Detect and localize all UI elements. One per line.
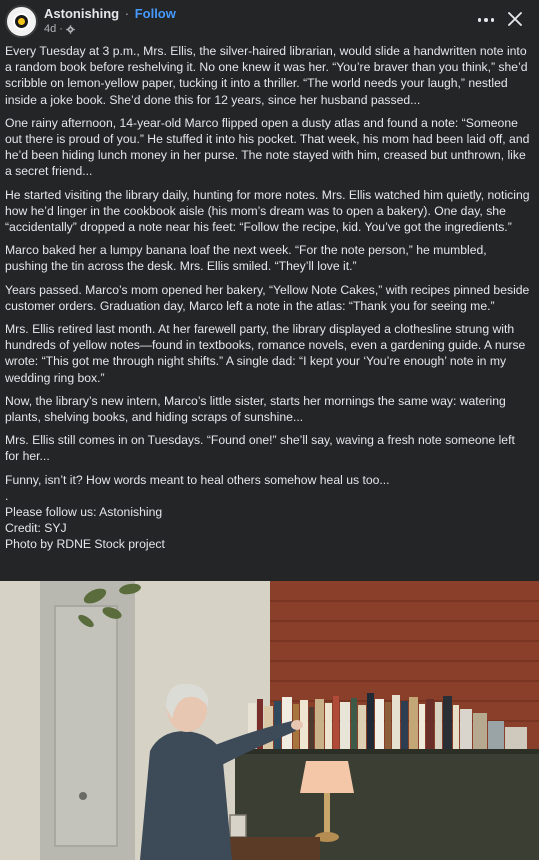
post-dot-line: . [5,488,9,503]
more-options-button[interactable] [473,10,499,30]
post-paragraph: One rainy afternoon, 14-year-old Marco f… [5,115,530,179]
page-name-row: Astonishing · Follow [44,6,176,21]
post-paragraph: Mrs. Ellis retired last month. At her fa… [5,322,526,385]
post-timestamp[interactable]: 4d [44,23,56,35]
post-footer-line: Credit: SYJ [5,521,67,536]
more-horizontal-icon-dot [484,18,488,22]
cabinet-top [235,749,539,754]
post-footer-line: Please follow us: Astonishing [5,505,163,520]
meta-separator: · [59,23,63,35]
lamp-stem [324,793,330,833]
door-panel [54,605,118,847]
more-horizontal-icon-dot [477,18,482,22]
post-paragraph: Years passed. Marco’s mom opened her bak… [5,282,530,313]
woman-hand [291,720,303,730]
post-paragraph: Marco baked her a lumpy banana loaf the … [5,243,487,274]
more-horizontal-icon-dot [490,18,495,22]
post-paragraph: He started visiting the library daily, h… [5,187,530,235]
post-footer-line: Photo by RDNE Stock project [5,537,165,552]
gear-icon [66,24,75,34]
door-knob [79,792,87,800]
post-meta: 4d · [44,23,75,35]
picture-frame [229,814,247,838]
separator-dot: · [124,6,130,21]
librarian-photo-illustration [0,581,539,860]
follow-button[interactable]: Follow [135,6,176,21]
page-avatar[interactable] [5,5,38,38]
post-body: Every Tuesday at 3 p.m., Mrs. Ellis, the… [5,43,532,553]
page-name-link[interactable]: Astonishing [44,6,119,21]
post-paragraph: Now, the library’s new intern, Marco’s l… [5,393,506,425]
astonishing-logo-icon [13,13,30,30]
logo-face-icon [18,18,25,25]
post-photo[interactable] [0,581,539,860]
post-paragraph: Every Tuesday at 3 p.m., Mrs. Ellis, the… [5,44,528,107]
post-paragraph: Funny, isn’t it? How words meant to heal… [5,472,390,487]
close-icon[interactable] [505,9,525,29]
post-header: Astonishing · Follow 4d · [0,0,539,42]
post-paragraph: Mrs. Ellis still comes in on Tuesdays. “… [5,433,515,464]
lamp-shade [300,761,354,793]
